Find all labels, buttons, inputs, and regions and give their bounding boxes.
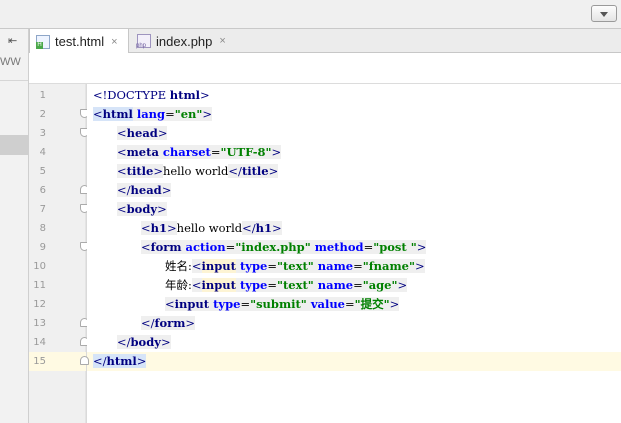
html-file-icon: H xyxy=(36,34,50,49)
tag-name: h1 xyxy=(255,221,272,235)
code-line-13[interactable]: </form> xyxy=(87,314,621,333)
code-line-11[interactable]: 年龄:<input type="text" name="age"> xyxy=(87,276,621,295)
tag-name: form xyxy=(150,240,182,254)
tag-name: input xyxy=(174,297,210,311)
tab-label: index.php xyxy=(156,33,213,49)
attribute-name: type xyxy=(209,297,241,311)
code-line-12[interactable]: <input type="submit" value="提交"> xyxy=(87,295,621,314)
code-line-6[interactable]: </head> xyxy=(87,181,621,200)
close-icon[interactable]: × xyxy=(219,35,225,47)
divider xyxy=(0,80,28,81)
attribute-name: lang xyxy=(132,107,166,121)
line-number: 14 xyxy=(33,337,46,348)
tab-label: test.html xyxy=(55,34,105,49)
code-line-4[interactable]: <meta charset="UTF-8"> xyxy=(87,143,621,162)
code-line-2[interactable]: <html lang="en"> xyxy=(87,105,621,124)
tag-name: head xyxy=(126,126,158,140)
fold-end-icon[interactable] xyxy=(80,356,89,365)
project-tool-strip: ⇤ WW xyxy=(0,29,29,423)
attribute-value: "index.php" xyxy=(235,240,311,254)
tag-name: html xyxy=(102,107,133,121)
tag-name: input xyxy=(201,278,236,292)
tag-name: head xyxy=(130,183,162,197)
line-number: 7 xyxy=(39,204,46,215)
tag-bracket: > xyxy=(199,88,210,102)
attribute-name: name xyxy=(313,259,354,273)
code-line-9[interactable]: <form action="index.php" method="post "> xyxy=(87,238,621,257)
code-line-14[interactable]: </body> xyxy=(87,333,621,352)
code-line-10[interactable]: 姓名:<input type="text" name="fname"> xyxy=(87,257,621,276)
project-tree-selected-row[interactable] xyxy=(0,135,28,155)
line-number: 9 xyxy=(39,242,46,253)
tab-index-php[interactable]: php index.php × xyxy=(131,29,231,53)
code-editor[interactable]: <!DOCTYPE html> <html lang="en"> <head> … xyxy=(87,84,621,423)
tag-name: h1 xyxy=(150,221,168,235)
toolbar-dropdown-button[interactable] xyxy=(591,5,617,22)
attribute-value: "提交" xyxy=(354,297,390,311)
doctype-keyword: <!DOCTYPE xyxy=(93,88,170,102)
line-number: 8 xyxy=(39,223,46,234)
line-number: 10 xyxy=(33,261,46,272)
line-number: 5 xyxy=(39,166,46,177)
tag-name: body xyxy=(126,202,158,216)
tag-name: form xyxy=(154,316,186,330)
attribute-value: "en" xyxy=(174,107,203,121)
attribute-name: charset xyxy=(158,145,211,159)
line-number: 13 xyxy=(33,318,46,329)
chevron-down-icon xyxy=(600,12,608,17)
tag-name: meta xyxy=(126,145,159,159)
line-number: 12 xyxy=(33,299,46,310)
breadcrumb-bar xyxy=(29,53,621,84)
attribute-name: action xyxy=(181,240,226,254)
matched-tag-highlight: <html xyxy=(93,107,133,121)
line-number: 2 xyxy=(39,109,46,120)
attribute-value: "text" xyxy=(276,259,314,273)
matched-tag-highlight: </html> xyxy=(93,354,147,368)
line-number: 4 xyxy=(39,147,46,158)
tag-name: title xyxy=(241,164,269,178)
php-file-icon: php xyxy=(136,34,151,49)
attribute-value: "text" xyxy=(276,278,314,292)
code-line-1[interactable]: <!DOCTYPE html> xyxy=(87,86,621,105)
line-number: 15 xyxy=(33,356,46,367)
attribute-value: "post " xyxy=(373,240,417,254)
attribute-value: "submit" xyxy=(250,297,307,311)
tag-name: html xyxy=(169,88,200,102)
tag-name: body xyxy=(130,335,161,349)
code-line-3[interactable]: <head> xyxy=(87,124,621,143)
top-toolbar xyxy=(0,0,621,29)
collapse-panel-icon[interactable]: ⇤ xyxy=(8,34,17,47)
attribute-name: method xyxy=(310,240,364,254)
line-number: 11 xyxy=(33,280,46,291)
attribute-name: type xyxy=(235,259,268,273)
tag-name: input xyxy=(201,259,236,273)
text-content: 姓名: xyxy=(165,259,192,273)
code-line-7[interactable]: <body> xyxy=(87,200,621,219)
project-tree-truncated-label[interactable]: WW xyxy=(0,56,21,68)
text-content: hello world xyxy=(176,221,243,235)
text-content: hello world xyxy=(162,164,229,178)
tag-name: title xyxy=(126,164,154,178)
tag-name: html xyxy=(106,354,137,368)
line-number: 6 xyxy=(39,185,46,196)
editor-tab-bar: H test.html × php index.php × xyxy=(29,29,621,54)
attribute-value: "age" xyxy=(362,278,398,292)
attribute-name: type xyxy=(235,278,268,292)
line-number: 3 xyxy=(39,128,46,139)
attribute-value: "fname" xyxy=(362,259,415,273)
attribute-name: value xyxy=(306,297,345,311)
code-line-15[interactable]: </html> xyxy=(87,352,621,371)
attribute-name: name xyxy=(313,278,354,292)
attribute-value: "UTF-8" xyxy=(220,145,272,159)
code-line-8[interactable]: <h1>hello world</h1> xyxy=(87,219,621,238)
text-content: 年龄: xyxy=(165,278,192,292)
line-number: 1 xyxy=(39,90,46,101)
code-line-5[interactable]: <title>hello world</title> xyxy=(87,162,621,181)
tab-test-html[interactable]: H test.html × xyxy=(29,29,129,54)
close-icon[interactable]: × xyxy=(111,36,117,48)
